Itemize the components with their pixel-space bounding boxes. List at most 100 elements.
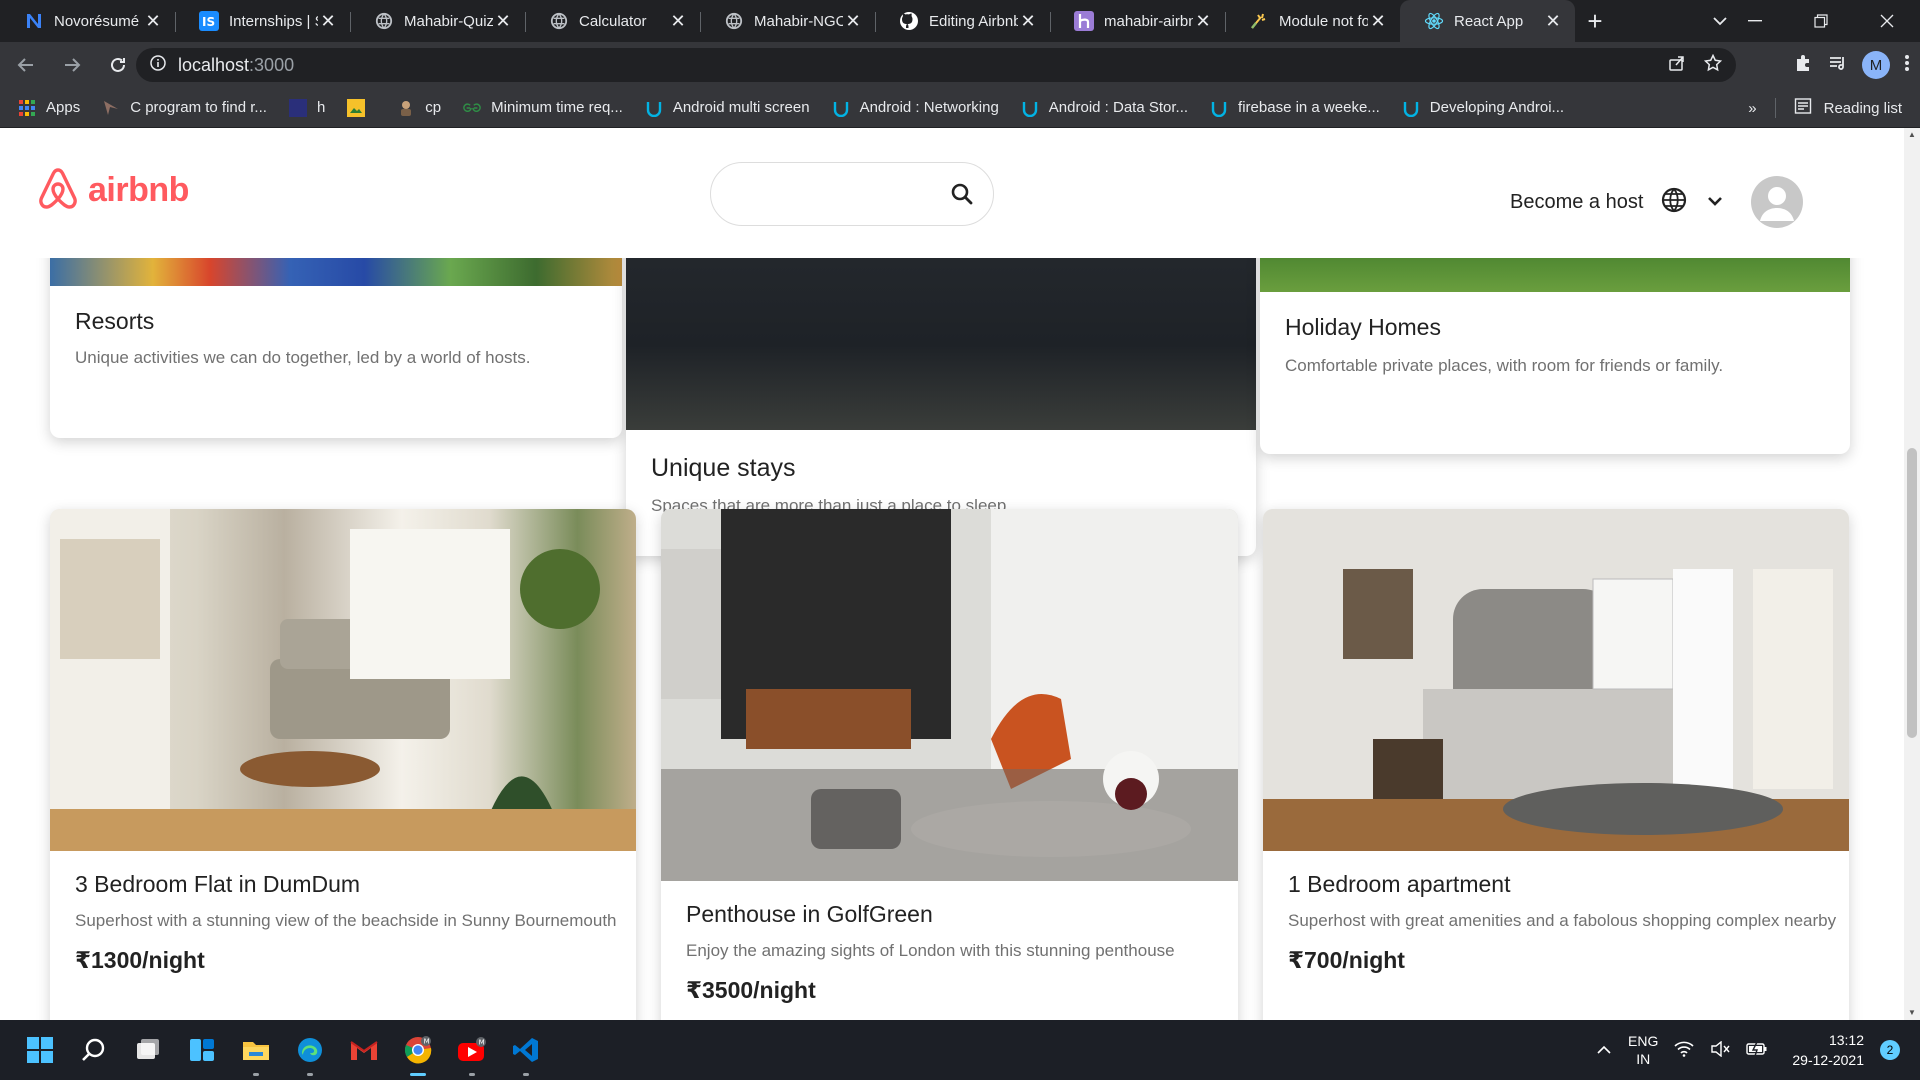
- tab-title: Mahabir-NGO: [754, 12, 843, 30]
- search-input[interactable]: [731, 164, 938, 224]
- youtube-icon[interactable]: M: [452, 1030, 492, 1076]
- close-icon[interactable]: ✕: [143, 11, 163, 31]
- listing-title: 3 Bedroom Flat in DumDum: [75, 871, 361, 897]
- listing-card-1-bedroom-apartment[interactable]: 1 Bedroom apartment Superhost with great…: [1263, 509, 1849, 1020]
- globe-icon: [374, 11, 394, 31]
- globe-icon: [549, 11, 569, 31]
- bookmark-label: C program to find r...: [130, 99, 267, 116]
- tab-editing-airbnb[interactable]: Editing Airbnb ✕: [875, 0, 1050, 42]
- reload-icon[interactable]: [98, 45, 138, 85]
- globe-icon: [724, 11, 744, 31]
- media-queue-icon[interactable]: [1828, 53, 1848, 78]
- volume-muted-icon[interactable]: [1710, 1040, 1730, 1060]
- share-icon[interactable]: [1668, 54, 1686, 77]
- profile-avatar[interactable]: M: [1862, 51, 1890, 79]
- scrollbar-thumb[interactable]: [1907, 448, 1917, 738]
- clock[interactable]: 13:12 29-12-2021: [1792, 1030, 1864, 1070]
- close-icon[interactable]: ✕: [1193, 11, 1213, 31]
- notification-count-badge[interactable]: 2: [1880, 1040, 1900, 1060]
- scroll-up-arrow-icon[interactable]: ▲: [1907, 130, 1917, 140]
- gfg-icon: [463, 99, 481, 117]
- tab-module-not-found[interactable]: Module not fo ✕: [1225, 0, 1400, 42]
- input-language[interactable]: ENG IN: [1628, 1032, 1658, 1068]
- tab-calculator[interactable]: Calculator ✕: [525, 0, 700, 42]
- search-icon[interactable]: [938, 170, 985, 218]
- menu-kebab-icon[interactable]: [1904, 53, 1910, 78]
- tab-internships[interactable]: IS Internships | S ✕: [175, 0, 350, 42]
- bookmark-label: Apps: [46, 99, 81, 116]
- page-scrollbar[interactable]: ▲ ▼: [1904, 128, 1920, 1020]
- site-header: airbnb Become a host: [0, 128, 1904, 258]
- listing-card-3-bedroom-flat[interactable]: 3 Bedroom Flat in DumDum Superhost with …: [50, 509, 636, 1020]
- bookmark-android-data-storage[interactable]: Android : Data Stor...: [1021, 99, 1188, 117]
- bookmark-image[interactable]: [347, 98, 375, 117]
- close-window-icon[interactable]: [1854, 0, 1920, 42]
- tab-title: React App: [1454, 12, 1524, 30]
- become-host-link[interactable]: Become a host: [1510, 191, 1643, 214]
- tab-novoresume[interactable]: Novorésumé ✕: [0, 0, 175, 42]
- close-icon[interactable]: ✕: [843, 11, 863, 31]
- bookmark-android-networking[interactable]: Android : Networking: [832, 99, 999, 117]
- bookmark-minimum-time[interactable]: Minimum time req...: [463, 99, 623, 117]
- reading-list-button[interactable]: Reading list: [1824, 100, 1902, 117]
- tab-mahabir-quiz[interactable]: Mahabir-Quiz ✕: [350, 0, 525, 42]
- bookmark-developing-android[interactable]: Developing Androi...: [1402, 99, 1564, 117]
- search-icon[interactable]: [74, 1030, 114, 1070]
- vscode-icon[interactable]: [506, 1030, 546, 1076]
- chevron-down-icon[interactable]: [1707, 193, 1723, 211]
- user-avatar-icon[interactable]: [1751, 176, 1804, 228]
- bookmark-h[interactable]: h: [288, 98, 325, 117]
- language-globe-icon[interactable]: [1661, 187, 1687, 218]
- omnibox-actions: [1668, 48, 1723, 82]
- site-icon: [397, 99, 415, 117]
- tab-mahabir-airbnb[interactable]: mahabir-airbn ✕: [1050, 0, 1225, 42]
- bookmarks-overflow-button[interactable]: »: [1748, 100, 1756, 117]
- restore-icon[interactable]: [1788, 0, 1854, 42]
- forward-arrow-icon[interactable]: [52, 45, 92, 85]
- close-icon[interactable]: ✕: [318, 11, 338, 31]
- airbnb-logo[interactable]: airbnb: [36, 166, 189, 214]
- bookmark-android-multi-screen[interactable]: Android multi screen: [645, 99, 810, 117]
- close-icon[interactable]: ✕: [1018, 11, 1038, 31]
- system-tray: ENG IN 13:12 29-12-2021 2: [1596, 1020, 1900, 1080]
- category-title: Holiday Homes: [1285, 314, 1441, 340]
- listing-card-penthouse[interactable]: Penthouse in GolfGreen Enjoy the amazing…: [661, 509, 1238, 1020]
- penthouse-illustration: [661, 509, 1238, 881]
- back-arrow-icon[interactable]: [6, 45, 46, 85]
- bookmark-firebase[interactable]: firebase in a weeke...: [1210, 99, 1380, 117]
- windows-start-icon[interactable]: [20, 1030, 60, 1070]
- bookmark-star-icon[interactable]: [1703, 53, 1723, 77]
- battery-charging-icon[interactable]: [1746, 1041, 1768, 1060]
- close-icon[interactable]: ✕: [668, 11, 688, 31]
- site-icon: [102, 99, 120, 117]
- widgets-icon[interactable]: [182, 1030, 222, 1070]
- tab-mahabir-ngo[interactable]: Mahabir-NGO ✕: [700, 0, 875, 42]
- category-description: Unique activities we can do together, le…: [75, 348, 531, 367]
- chevron-up-icon[interactable]: [1596, 1042, 1612, 1058]
- scroll-down-arrow-icon[interactable]: ▼: [1907, 1008, 1917, 1018]
- bookmark-c-program[interactable]: C program to find r...: [102, 99, 267, 117]
- chrome-icon[interactable]: M: [398, 1030, 438, 1076]
- tab-title: mahabir-airbn: [1104, 12, 1193, 30]
- new-tab-button[interactable]: +: [1575, 0, 1615, 42]
- edge-icon[interactable]: [290, 1030, 330, 1076]
- browser-toolbar: localhost:3000 M: [0, 42, 1920, 88]
- file-explorer-icon[interactable]: [236, 1030, 276, 1076]
- close-icon[interactable]: ✕: [1543, 11, 1563, 31]
- bookmark-apps[interactable]: Apps: [18, 99, 80, 117]
- bookmark-cp[interactable]: cp: [397, 99, 441, 117]
- task-view-icon[interactable]: [128, 1030, 168, 1070]
- close-icon[interactable]: ✕: [493, 11, 513, 31]
- address-bar[interactable]: localhost:3000: [136, 48, 1736, 82]
- tab-react-app[interactable]: React App ✕: [1400, 0, 1575, 42]
- reading-list-icon[interactable]: [1794, 97, 1812, 119]
- minimize-icon[interactable]: [1722, 0, 1788, 42]
- bookmark-label: Minimum time req...: [491, 99, 623, 116]
- close-icon[interactable]: ✕: [1368, 11, 1388, 31]
- wifi-icon[interactable]: [1674, 1041, 1694, 1060]
- extensions-puzzle-icon[interactable]: [1794, 53, 1814, 78]
- udacity-icon: [1402, 99, 1420, 117]
- gmail-icon[interactable]: [344, 1030, 384, 1070]
- category-title: Unique stays: [651, 454, 796, 482]
- site-info-icon[interactable]: [150, 54, 166, 76]
